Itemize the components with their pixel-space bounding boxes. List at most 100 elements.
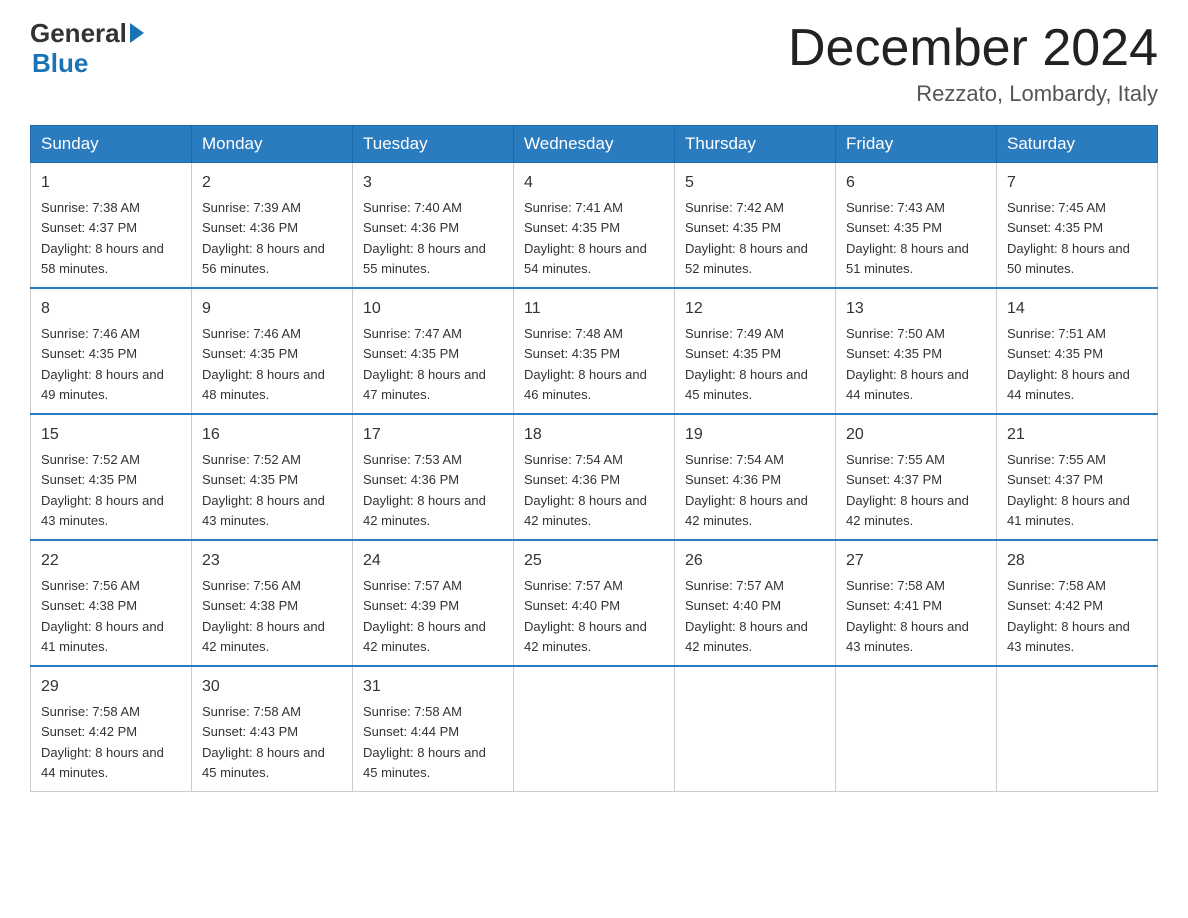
day-info: Sunrise: 7:48 AMSunset: 4:35 PMDaylight:… bbox=[524, 326, 647, 402]
day-number: 5 bbox=[685, 171, 825, 195]
logo: General Blue bbox=[30, 20, 144, 79]
day-number: 28 bbox=[1007, 549, 1147, 573]
table-row: 20 Sunrise: 7:55 AMSunset: 4:37 PMDaylig… bbox=[836, 414, 997, 540]
table-row: 28 Sunrise: 7:58 AMSunset: 4:42 PMDaylig… bbox=[997, 540, 1158, 666]
page-header: General Blue December 2024 Rezzato, Lomb… bbox=[30, 20, 1158, 107]
day-info: Sunrise: 7:56 AMSunset: 4:38 PMDaylight:… bbox=[41, 578, 164, 654]
day-info: Sunrise: 7:54 AMSunset: 4:36 PMDaylight:… bbox=[685, 452, 808, 528]
table-row: 25 Sunrise: 7:57 AMSunset: 4:40 PMDaylig… bbox=[514, 540, 675, 666]
day-info: Sunrise: 7:55 AMSunset: 4:37 PMDaylight:… bbox=[1007, 452, 1130, 528]
day-info: Sunrise: 7:58 AMSunset: 4:43 PMDaylight:… bbox=[202, 704, 325, 780]
calendar-table: Sunday Monday Tuesday Wednesday Thursday… bbox=[30, 125, 1158, 792]
col-saturday: Saturday bbox=[997, 126, 1158, 163]
table-row bbox=[836, 666, 997, 792]
table-row: 19 Sunrise: 7:54 AMSunset: 4:36 PMDaylig… bbox=[675, 414, 836, 540]
day-number: 16 bbox=[202, 423, 342, 447]
day-number: 30 bbox=[202, 675, 342, 699]
day-number: 12 bbox=[685, 297, 825, 321]
day-number: 26 bbox=[685, 549, 825, 573]
table-row: 21 Sunrise: 7:55 AMSunset: 4:37 PMDaylig… bbox=[997, 414, 1158, 540]
day-info: Sunrise: 7:57 AMSunset: 4:40 PMDaylight:… bbox=[524, 578, 647, 654]
table-row: 4 Sunrise: 7:41 AMSunset: 4:35 PMDayligh… bbox=[514, 163, 675, 289]
table-row: 16 Sunrise: 7:52 AMSunset: 4:35 PMDaylig… bbox=[192, 414, 353, 540]
table-row: 27 Sunrise: 7:58 AMSunset: 4:41 PMDaylig… bbox=[836, 540, 997, 666]
day-number: 14 bbox=[1007, 297, 1147, 321]
day-info: Sunrise: 7:41 AMSunset: 4:35 PMDaylight:… bbox=[524, 200, 647, 276]
table-row: 24 Sunrise: 7:57 AMSunset: 4:39 PMDaylig… bbox=[353, 540, 514, 666]
month-title: December 2024 bbox=[788, 20, 1158, 77]
day-number: 21 bbox=[1007, 423, 1147, 447]
table-row: 9 Sunrise: 7:46 AMSunset: 4:35 PMDayligh… bbox=[192, 288, 353, 414]
table-row: 29 Sunrise: 7:58 AMSunset: 4:42 PMDaylig… bbox=[31, 666, 192, 792]
day-info: Sunrise: 7:58 AMSunset: 4:42 PMDaylight:… bbox=[1007, 578, 1130, 654]
table-row: 13 Sunrise: 7:50 AMSunset: 4:35 PMDaylig… bbox=[836, 288, 997, 414]
calendar-week-row: 22 Sunrise: 7:56 AMSunset: 4:38 PMDaylig… bbox=[31, 540, 1158, 666]
day-number: 13 bbox=[846, 297, 986, 321]
location-text: Rezzato, Lombardy, Italy bbox=[788, 81, 1158, 107]
table-row: 31 Sunrise: 7:58 AMSunset: 4:44 PMDaylig… bbox=[353, 666, 514, 792]
day-info: Sunrise: 7:46 AMSunset: 4:35 PMDaylight:… bbox=[41, 326, 164, 402]
table-row: 11 Sunrise: 7:48 AMSunset: 4:35 PMDaylig… bbox=[514, 288, 675, 414]
table-row bbox=[997, 666, 1158, 792]
day-number: 8 bbox=[41, 297, 181, 321]
title-block: December 2024 Rezzato, Lombardy, Italy bbox=[788, 20, 1158, 107]
day-info: Sunrise: 7:52 AMSunset: 4:35 PMDaylight:… bbox=[202, 452, 325, 528]
day-info: Sunrise: 7:38 AMSunset: 4:37 PMDaylight:… bbox=[41, 200, 164, 276]
day-info: Sunrise: 7:58 AMSunset: 4:44 PMDaylight:… bbox=[363, 704, 486, 780]
day-info: Sunrise: 7:46 AMSunset: 4:35 PMDaylight:… bbox=[202, 326, 325, 402]
day-number: 25 bbox=[524, 549, 664, 573]
day-info: Sunrise: 7:43 AMSunset: 4:35 PMDaylight:… bbox=[846, 200, 969, 276]
table-row: 1 Sunrise: 7:38 AMSunset: 4:37 PMDayligh… bbox=[31, 163, 192, 289]
day-number: 29 bbox=[41, 675, 181, 699]
day-info: Sunrise: 7:55 AMSunset: 4:37 PMDaylight:… bbox=[846, 452, 969, 528]
day-number: 10 bbox=[363, 297, 503, 321]
day-info: Sunrise: 7:54 AMSunset: 4:36 PMDaylight:… bbox=[524, 452, 647, 528]
day-info: Sunrise: 7:50 AMSunset: 4:35 PMDaylight:… bbox=[846, 326, 969, 402]
col-tuesday: Tuesday bbox=[353, 126, 514, 163]
day-info: Sunrise: 7:42 AMSunset: 4:35 PMDaylight:… bbox=[685, 200, 808, 276]
table-row: 26 Sunrise: 7:57 AMSunset: 4:40 PMDaylig… bbox=[675, 540, 836, 666]
table-row: 3 Sunrise: 7:40 AMSunset: 4:36 PMDayligh… bbox=[353, 163, 514, 289]
day-info: Sunrise: 7:52 AMSunset: 4:35 PMDaylight:… bbox=[41, 452, 164, 528]
table-row: 6 Sunrise: 7:43 AMSunset: 4:35 PMDayligh… bbox=[836, 163, 997, 289]
day-info: Sunrise: 7:58 AMSunset: 4:41 PMDaylight:… bbox=[846, 578, 969, 654]
calendar-week-row: 8 Sunrise: 7:46 AMSunset: 4:35 PMDayligh… bbox=[31, 288, 1158, 414]
col-friday: Friday bbox=[836, 126, 997, 163]
day-number: 15 bbox=[41, 423, 181, 447]
day-info: Sunrise: 7:53 AMSunset: 4:36 PMDaylight:… bbox=[363, 452, 486, 528]
day-info: Sunrise: 7:51 AMSunset: 4:35 PMDaylight:… bbox=[1007, 326, 1130, 402]
day-number: 19 bbox=[685, 423, 825, 447]
table-row: 17 Sunrise: 7:53 AMSunset: 4:36 PMDaylig… bbox=[353, 414, 514, 540]
day-number: 17 bbox=[363, 423, 503, 447]
col-monday: Monday bbox=[192, 126, 353, 163]
day-info: Sunrise: 7:45 AMSunset: 4:35 PMDaylight:… bbox=[1007, 200, 1130, 276]
table-row: 18 Sunrise: 7:54 AMSunset: 4:36 PMDaylig… bbox=[514, 414, 675, 540]
day-number: 20 bbox=[846, 423, 986, 447]
day-number: 9 bbox=[202, 297, 342, 321]
col-wednesday: Wednesday bbox=[514, 126, 675, 163]
day-info: Sunrise: 7:39 AMSunset: 4:36 PMDaylight:… bbox=[202, 200, 325, 276]
day-number: 18 bbox=[524, 423, 664, 447]
day-number: 23 bbox=[202, 549, 342, 573]
day-info: Sunrise: 7:57 AMSunset: 4:40 PMDaylight:… bbox=[685, 578, 808, 654]
table-row: 2 Sunrise: 7:39 AMSunset: 4:36 PMDayligh… bbox=[192, 163, 353, 289]
day-info: Sunrise: 7:47 AMSunset: 4:35 PMDaylight:… bbox=[363, 326, 486, 402]
table-row: 15 Sunrise: 7:52 AMSunset: 4:35 PMDaylig… bbox=[31, 414, 192, 540]
col-thursday: Thursday bbox=[675, 126, 836, 163]
day-info: Sunrise: 7:40 AMSunset: 4:36 PMDaylight:… bbox=[363, 200, 486, 276]
day-number: 24 bbox=[363, 549, 503, 573]
day-number: 22 bbox=[41, 549, 181, 573]
day-number: 7 bbox=[1007, 171, 1147, 195]
table-row: 7 Sunrise: 7:45 AMSunset: 4:35 PMDayligh… bbox=[997, 163, 1158, 289]
day-number: 4 bbox=[524, 171, 664, 195]
day-number: 31 bbox=[363, 675, 503, 699]
calendar-header-row: Sunday Monday Tuesday Wednesday Thursday… bbox=[31, 126, 1158, 163]
col-sunday: Sunday bbox=[31, 126, 192, 163]
day-number: 11 bbox=[524, 297, 664, 321]
day-number: 27 bbox=[846, 549, 986, 573]
table-row bbox=[675, 666, 836, 792]
day-info: Sunrise: 7:49 AMSunset: 4:35 PMDaylight:… bbox=[685, 326, 808, 402]
day-info: Sunrise: 7:58 AMSunset: 4:42 PMDaylight:… bbox=[41, 704, 164, 780]
table-row: 5 Sunrise: 7:42 AMSunset: 4:35 PMDayligh… bbox=[675, 163, 836, 289]
day-info: Sunrise: 7:57 AMSunset: 4:39 PMDaylight:… bbox=[363, 578, 486, 654]
